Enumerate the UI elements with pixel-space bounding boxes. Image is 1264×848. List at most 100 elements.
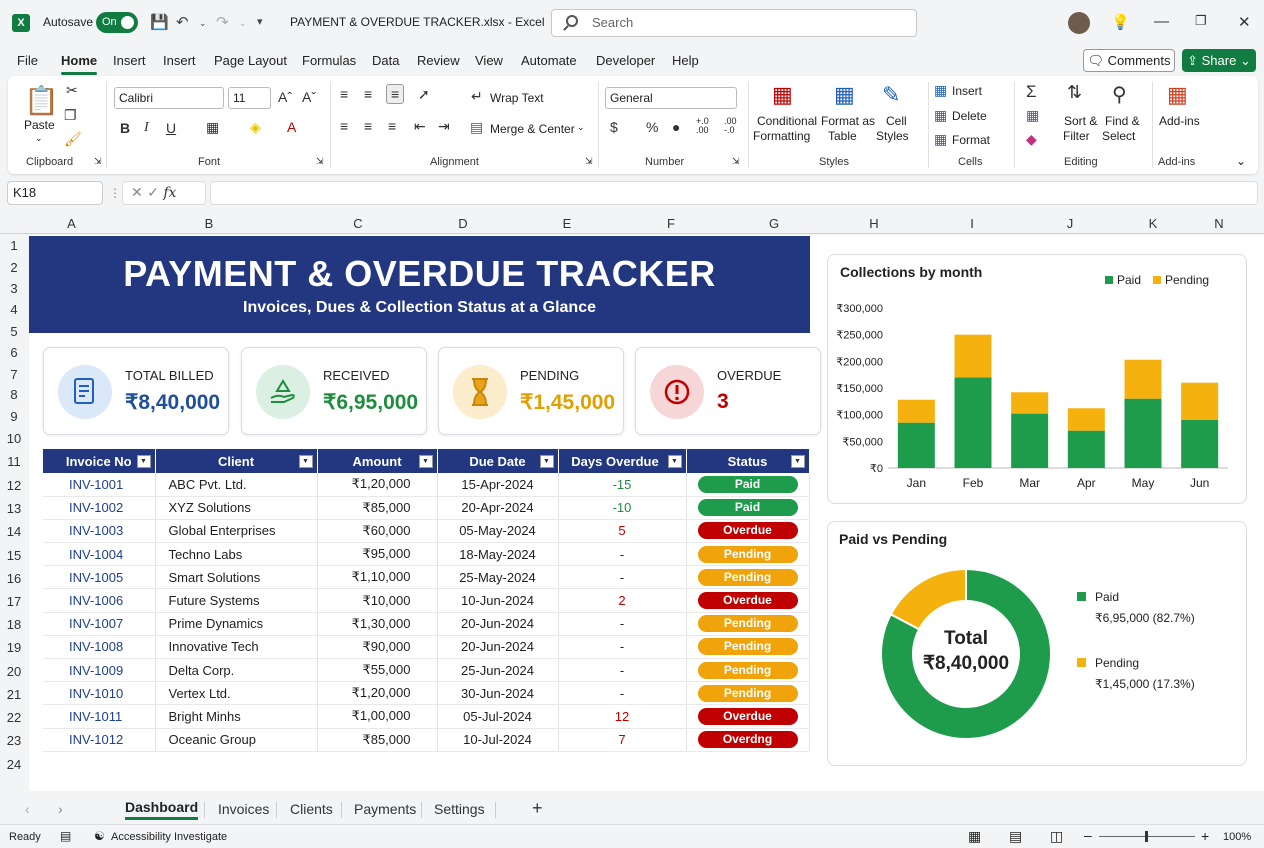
client-cell[interactable]: XYZ Solutions	[155, 496, 318, 520]
paste-label[interactable]: Paste	[24, 118, 55, 132]
sheet-tab-settings[interactable]: Settings	[434, 801, 485, 817]
header-invoice-no[interactable]: Invoice No ▼	[43, 449, 156, 473]
tab-file[interactable]: File	[17, 53, 38, 68]
avatar[interactable]	[1068, 12, 1090, 34]
row-header[interactable]: 3	[0, 281, 28, 296]
align-right-icon[interactable]: ≡	[388, 118, 396, 134]
row-header[interactable]: 1	[0, 238, 28, 253]
due-date-cell[interactable]: 20-Apr-2024	[437, 496, 559, 520]
align-left-icon[interactable]: ≡	[340, 118, 348, 134]
tab-page-layout[interactable]: Page Layout	[214, 53, 287, 68]
cell-styles-icon[interactable]: ✎	[882, 82, 900, 108]
copy-icon[interactable]: ❐	[64, 107, 77, 124]
status-cell[interactable]: Paid	[686, 473, 810, 497]
days-overdue-cell[interactable]: 5	[558, 519, 687, 544]
client-cell[interactable]: ABC Pvt. Ltd.	[155, 473, 318, 497]
wrap-text-icon[interactable]: ↵	[471, 88, 483, 105]
column-header[interactable]: J	[1022, 216, 1118, 231]
tab-view[interactable]: View	[475, 53, 503, 68]
invoice-no-cell[interactable]: INV-1004	[43, 542, 156, 567]
orientation-icon[interactable]: ➚	[418, 86, 430, 103]
amount-cell[interactable]: ₹1,00,000	[317, 704, 438, 729]
font-color-icon[interactable]: A	[287, 119, 296, 135]
minimize-icon[interactable]: —	[1154, 13, 1169, 30]
client-cell[interactable]: Innovative Tech	[155, 635, 318, 660]
status-cell[interactable]: Pending	[686, 565, 810, 590]
header-status[interactable]: Status ▼	[686, 449, 810, 473]
client-cell[interactable]: Vertex Ltd.	[155, 681, 318, 706]
status-cell[interactable]: Pending	[686, 681, 810, 706]
paid-vs-pending-card[interactable]: Paid vs Pending Total ₹8,40,000 Paid ₹6,95,0…	[827, 521, 1247, 766]
filter-dropdown-icon[interactable]: ▼	[539, 455, 554, 468]
table-label[interactable]: Table	[828, 129, 857, 143]
sort-label[interactable]: Sort &	[1064, 114, 1097, 128]
amount-cell[interactable]: ₹1,20,000	[317, 473, 438, 497]
table-row[interactable]: INV-1002 XYZ Solutions ₹85,000 20-Apr-2024-…	[43, 496, 810, 520]
customize-toolbar-icon[interactable]: ▾	[257, 15, 263, 28]
tab-home[interactable]: Home	[61, 53, 98, 75]
collections-chart-card[interactable]: Collections by month Paid Pending ₹300,000 ₹…	[827, 254, 1247, 504]
row-header[interactable]: 21	[0, 687, 28, 702]
zoom-slider-thumb[interactable]	[1145, 831, 1148, 842]
due-date-cell[interactable]: 15-Apr-2024	[437, 473, 559, 497]
due-date-cell[interactable]: 25-Jun-2024	[437, 658, 559, 683]
status-cell[interactable]: Overdng	[686, 728, 810, 752]
cancel-icon[interactable]: ✕	[131, 185, 143, 201]
merge-center-icon[interactable]: ▤	[470, 119, 483, 136]
column-header[interactable]: E	[514, 216, 620, 231]
format-as-label[interactable]: Format as	[821, 114, 875, 128]
client-cell[interactable]: Smart Solutions	[155, 565, 318, 590]
column-header[interactable]: H	[826, 216, 922, 231]
sheet-tab-dashboard[interactable]: Dashboard	[125, 799, 199, 820]
tab-automate[interactable]: Automate	[521, 53, 577, 68]
align-center-icon[interactable]: ≡	[364, 118, 372, 134]
font-launcher-icon[interactable]: ⇲	[316, 156, 324, 167]
header-days-overdue[interactable]: Days Overdue ▼	[558, 449, 687, 473]
invoice-no-cell[interactable]: INV-1006	[43, 588, 156, 613]
amount-cell[interactable]: ₹55,000	[317, 658, 438, 683]
sheet-tab-payments[interactable]: Payments	[354, 801, 416, 817]
bar-pending[interactable]	[1011, 392, 1049, 414]
format-cells-icon[interactable]: ▦	[934, 131, 947, 148]
due-date-cell[interactable]: 05-May-2024	[437, 519, 559, 544]
bar-paid[interactable]	[954, 377, 992, 468]
share-button[interactable]: ⇪ Share ⌄	[1182, 49, 1256, 72]
column-header[interactable]: F	[620, 216, 722, 231]
days-overdue-cell[interactable]: -	[558, 565, 687, 590]
row-header[interactable]: 10	[0, 431, 28, 446]
due-date-cell[interactable]: 25-May-2024	[437, 565, 559, 590]
column-header[interactable]: N	[1188, 216, 1250, 231]
amount-cell[interactable]: ₹60,000	[317, 519, 438, 544]
table-row[interactable]: INV-1011 Bright Minhs ₹1,00,000 05-Jul-2024…	[43, 704, 810, 729]
invoice-no-cell[interactable]: INV-1011	[43, 704, 156, 729]
bar-pending[interactable]	[1124, 359, 1162, 399]
zoom-in-icon[interactable]: +	[1201, 828, 1209, 844]
table-row[interactable]: INV-1003 Global Enterprises ₹60,000 05-May-…	[43, 519, 810, 544]
row-header[interactable]: 7	[0, 367, 28, 382]
restore-icon[interactable]: ❐	[1195, 13, 1207, 29]
align-top-icon[interactable]: ≡	[340, 86, 348, 102]
number-format-select[interactable]: General	[605, 87, 737, 109]
row-header[interactable]: 2	[0, 260, 28, 275]
tab-formulas[interactable]: Formulas	[302, 53, 356, 68]
sort-filter-icon[interactable]: ⇅	[1067, 82, 1082, 103]
column-header[interactable]: I	[922, 216, 1022, 231]
conditional-formatting-icon[interactable]: ▦	[772, 82, 793, 108]
invoice-no-cell[interactable]: INV-1009	[43, 658, 156, 683]
delete-cells-button[interactable]: Delete	[952, 109, 987, 123]
row-header[interactable]: 19	[0, 640, 28, 655]
row-header[interactable]: 9	[0, 409, 28, 424]
client-cell[interactable]: Bright Minhs	[155, 704, 318, 729]
bar-paid[interactable]	[1124, 398, 1162, 468]
days-overdue-cell[interactable]: -	[558, 542, 687, 567]
paste-dropdown-icon[interactable]: ⌄	[35, 133, 43, 144]
column-header[interactable]: G	[722, 216, 826, 231]
addins-icon[interactable]: ▦	[1167, 82, 1188, 108]
invoice-no-cell[interactable]: INV-1008	[43, 635, 156, 660]
row-header[interactable]: 6	[0, 345, 28, 360]
invoice-no-cell[interactable]: INV-1012	[43, 728, 156, 752]
filter-label[interactable]: Filter	[1063, 129, 1090, 143]
days-overdue-cell[interactable]: -10	[558, 496, 687, 520]
days-overdue-cell[interactable]: 2	[558, 588, 687, 613]
column-header[interactable]: A	[29, 216, 114, 231]
